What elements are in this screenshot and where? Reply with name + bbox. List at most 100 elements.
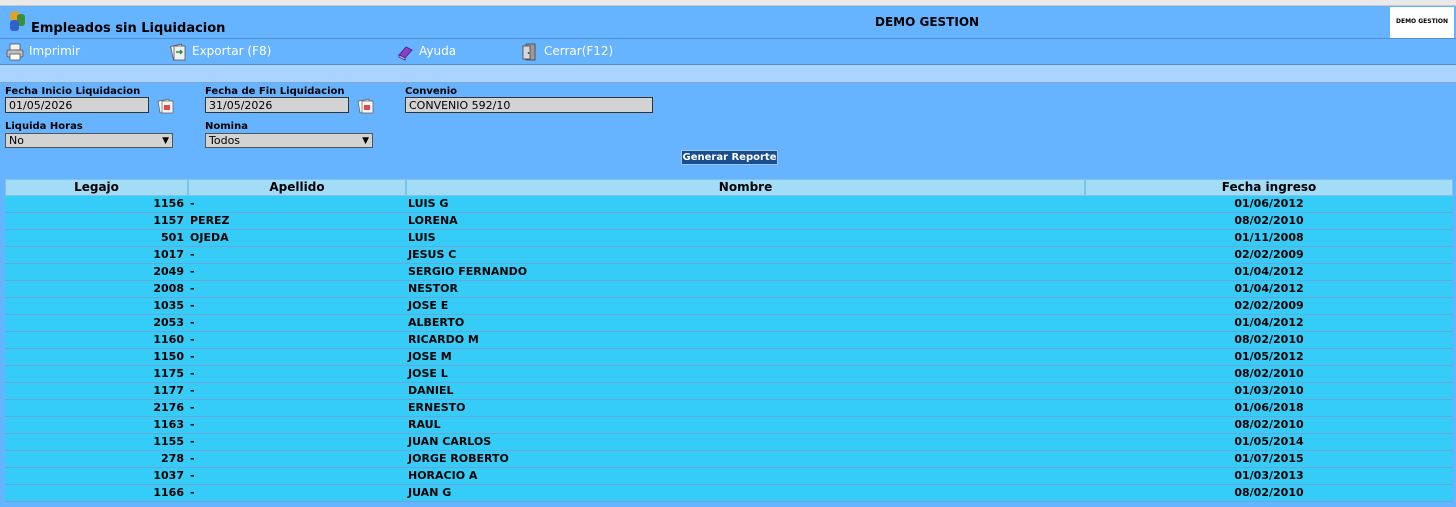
table-row[interactable]: 2053- ALBERTO 01/04/2012 — [5, 315, 1453, 332]
cell-apellido: - — [190, 384, 195, 397]
cell-nombre: JOSE L — [408, 367, 448, 380]
table-row[interactable]: 1160- RICARDO M 08/02/2010 — [5, 332, 1453, 349]
table-row[interactable]: 1017- JESUS C 02/02/2009 — [5, 247, 1453, 264]
cell-apellido: - — [190, 265, 195, 278]
cell-nombre: RAUL — [408, 418, 441, 431]
liquida-horas-value: No — [9, 134, 24, 147]
convenio-field[interactable] — [405, 97, 653, 113]
liquida-horas-label: Liquida Horas — [5, 121, 83, 132]
table-row[interactable]: 2049- SERGIO FERNANDO 01/04/2012 — [5, 264, 1453, 281]
printer-icon — [6, 43, 24, 61]
cell-nombre: SERGIO FERNANDO — [408, 265, 528, 278]
cell-legajo: 1150 — [153, 350, 184, 363]
cell-apellido: - — [190, 316, 195, 329]
end-date-field[interactable] — [205, 97, 349, 113]
cell-nombre: HORACIO A — [408, 469, 478, 482]
cell-apellido: - — [190, 486, 195, 499]
toolbar: Imprimir Exportar (F8) Ayuda Cerrar(F12) — [0, 39, 1456, 65]
cell-nombre: ALBERTO — [408, 316, 465, 329]
employees-table: Legajo Apellido Nombre Fecha ingreso 115… — [5, 179, 1453, 502]
cell-fecha-ingreso: 02/02/2009 — [1234, 248, 1304, 261]
table-body: 1156- LUIS G 01/06/2012 1157 PEREZ LORENA 08/0… — [5, 196, 1453, 502]
cell-nombre: JUAN CARLOS — [408, 435, 492, 448]
generate-report-button[interactable]: Generar Reporte — [681, 150, 778, 165]
brand-logo-text: DEMO GESTION — [1395, 18, 1449, 25]
cell-legajo: 1156 — [153, 197, 184, 210]
cell-fecha-ingreso: 01/04/2012 — [1234, 265, 1304, 278]
brand-logo: DEMO GESTION — [1390, 7, 1454, 38]
cell-legajo: 1035 — [153, 299, 184, 312]
cell-nombre: LUIS G — [408, 197, 449, 210]
chevron-down-icon: ▼ — [162, 136, 169, 146]
filter-panel: Fecha Inicio Liquidacion Fecha de Fin Li… — [0, 83, 1456, 507]
column-header-legajo[interactable]: Legajo — [5, 179, 188, 196]
table-row[interactable]: 1155- JUAN CARLOS 01/05/2014 — [5, 434, 1453, 451]
cell-fecha-ingreso: 08/02/2010 — [1234, 214, 1304, 227]
table-row[interactable]: 1035- JOSE E 02/02/2009 — [5, 298, 1453, 315]
cell-fecha-ingreso: 08/02/2010 — [1234, 418, 1304, 431]
export-icon — [170, 43, 186, 61]
cell-nombre: JORGE ROBERTO — [408, 452, 509, 465]
cell-apellido: - — [190, 197, 195, 210]
table-row[interactable]: 1156- LUIS G 01/06/2012 — [5, 196, 1453, 213]
table-row[interactable]: 1163- RAUL 08/02/2010 — [5, 417, 1453, 434]
nomina-label: Nomina — [205, 121, 248, 132]
nomina-select[interactable]: Todos ▼ — [205, 133, 373, 148]
cell-legajo: 2176 — [153, 401, 184, 414]
cell-legajo: 2049 — [153, 265, 184, 278]
table-row[interactable]: 501 OJEDA LUIS 01/11/2008 — [5, 230, 1453, 247]
table-row[interactable]: 1037- HORACIO A 01/03/2013 — [5, 468, 1453, 485]
cell-apellido: OJEDA — [190, 231, 229, 244]
cell-fecha-ingreso: 01/06/2012 — [1234, 197, 1304, 210]
title-bar: Empleados sin Liquidacion DEMO GESTION D… — [0, 6, 1456, 39]
table-row[interactable]: 2176- ERNESTO 01/06/2018 — [5, 400, 1453, 417]
cell-fecha-ingreso: 08/02/2010 — [1234, 333, 1304, 346]
cell-nombre: DANIEL — [408, 384, 454, 397]
table-row[interactable]: 2008- NESTOR 01/04/2012 — [5, 281, 1453, 298]
liquida-horas-select[interactable]: No ▼ — [5, 133, 173, 148]
start-date-field[interactable] — [5, 97, 149, 113]
column-header-apellido[interactable]: Apellido — [188, 179, 406, 196]
cell-legajo: 278 — [161, 452, 184, 465]
cell-legajo: 1037 — [153, 469, 184, 482]
table-row[interactable]: 278- JORGE ROBERTO 01/07/2015 — [5, 451, 1453, 468]
convenio-label: Convenio — [405, 86, 458, 97]
cell-fecha-ingreso: 01/04/2012 — [1234, 316, 1304, 329]
cell-apellido: - — [190, 435, 195, 448]
end-date-label: Fecha de Fin Liquidacion — [205, 86, 345, 97]
column-header-fecha-ingreso[interactable]: Fecha ingreso — [1085, 179, 1453, 196]
cell-nombre: LUIS — [408, 231, 436, 244]
column-header-nombre[interactable]: Nombre — [406, 179, 1085, 196]
cell-apellido: - — [190, 469, 195, 482]
cell-fecha-ingreso: 01/03/2010 — [1234, 384, 1304, 397]
cell-nombre: RICARDO M — [408, 333, 479, 346]
cell-nombre: LORENA — [408, 214, 458, 227]
close-label: Cerrar(F12) — [544, 44, 614, 58]
table-row[interactable]: 1150- JOSE M 01/05/2012 — [5, 349, 1453, 366]
app-logo-icon — [10, 11, 25, 31]
export-label: Exportar (F8) — [192, 44, 272, 58]
cell-fecha-ingreso: 01/05/2014 — [1234, 435, 1304, 448]
help-label: Ayuda — [419, 44, 457, 58]
cell-fecha-ingreso: 01/06/2018 — [1234, 401, 1304, 414]
table-row[interactable]: 1177- DANIEL 01/03/2010 — [5, 383, 1453, 400]
table-row[interactable]: 1166- JUAN G 08/02/2010 — [5, 485, 1453, 502]
cell-legajo: 1155 — [153, 435, 184, 448]
cell-fecha-ingreso: 01/11/2008 — [1234, 231, 1304, 244]
cell-legajo: 1017 — [153, 248, 184, 261]
print-label: Imprimir — [29, 44, 81, 58]
table-row[interactable]: 1157 PEREZ LORENA 08/02/2010 — [5, 213, 1453, 230]
table-row[interactable]: 1175- JOSE L 08/02/2010 — [5, 366, 1453, 383]
cell-legajo: 1177 — [153, 384, 184, 397]
cell-apellido: - — [190, 248, 195, 261]
cell-nombre: JOSE M — [408, 350, 452, 363]
exit-door-icon — [522, 43, 536, 61]
table-header: Legajo Apellido Nombre Fecha ingreso — [5, 179, 1453, 196]
cell-legajo: 1160 — [153, 333, 184, 346]
cell-apellido: - — [190, 299, 195, 312]
cell-legajo: 1175 — [153, 367, 184, 380]
cell-apellido: - — [190, 350, 195, 363]
calendar-icon[interactable] — [357, 97, 375, 115]
cell-apellido: PEREZ — [190, 214, 230, 227]
calendar-icon[interactable] — [157, 97, 175, 115]
